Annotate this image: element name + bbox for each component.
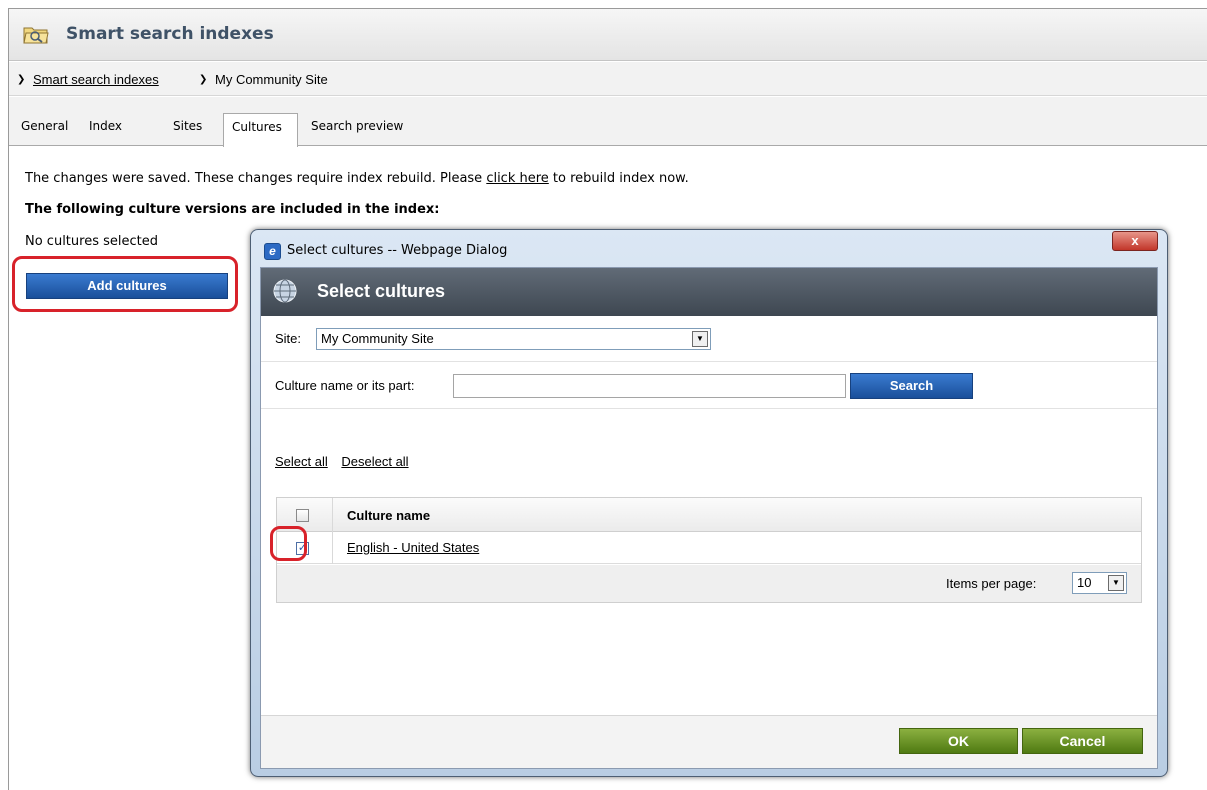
- message-text-end: to rebuild index now.: [548, 171, 689, 186]
- tab-general[interactable]: General: [21, 119, 68, 133]
- breadcrumb-arrow-icon: ❯: [199, 74, 208, 85]
- items-per-page-label: Items per page:: [946, 576, 1037, 591]
- selection-links: Select all Deselect all: [275, 454, 419, 469]
- dialog-window-title: Select cultures -- Webpage Dialog: [287, 243, 508, 258]
- site-label: Site:: [275, 331, 302, 346]
- culture-link[interactable]: English - United States: [347, 540, 479, 555]
- culture-name-input[interactable]: [453, 374, 846, 398]
- checkbox-highlight-ring: [270, 526, 307, 561]
- site-row: Site: My Community Site ▼: [261, 316, 1157, 362]
- rebuild-link[interactable]: click here: [486, 171, 548, 186]
- cultures-grid: Culture name ✓ English - United States I…: [276, 497, 1142, 603]
- tab-bar: General Index Sites Cultures Search prev…: [9, 97, 1207, 147]
- cultures-heading: The following culture versions are inclu…: [25, 202, 440, 217]
- breadcrumb-current: My Community Site: [215, 72, 328, 87]
- dialog-footer: OK Cancel: [261, 715, 1157, 768]
- culture-name-header: Culture name: [347, 508, 431, 523]
- grid-column-divider: [332, 498, 333, 564]
- page: Smart search indexes ❯ Smart search inde…: [8, 8, 1207, 790]
- tab-index[interactable]: Index: [89, 119, 122, 133]
- folder-search-icon: [23, 27, 49, 44]
- dropdown-arrow-icon: ▼: [1108, 575, 1124, 591]
- title-bar: Smart search indexes: [9, 9, 1207, 61]
- save-message: The changes were saved. These changes re…: [25, 171, 689, 186]
- grid-pager: Items per page: 10 ▼: [277, 565, 1141, 602]
- close-icon[interactable]: x: [1112, 231, 1158, 251]
- breadcrumb-link-indexes[interactable]: Smart search indexes: [33, 72, 159, 87]
- culture-search-row: Culture name or its part: Search: [261, 363, 1157, 409]
- cancel-button[interactable]: Cancel: [1022, 728, 1143, 754]
- dropdown-arrow-icon: ▼: [692, 331, 708, 347]
- deselect-all-link[interactable]: Deselect all: [341, 454, 408, 469]
- items-per-page-value: 10: [1077, 575, 1092, 590]
- tab-cultures-label: Cultures: [232, 120, 282, 134]
- highlight-ring: [12, 256, 238, 312]
- culture-name-label: Culture name or its part:: [275, 378, 415, 393]
- page-title: Smart search indexes: [66, 24, 274, 44]
- tab-search-preview[interactable]: Search preview: [311, 119, 403, 133]
- dialog-header: Select cultures: [261, 268, 1157, 316]
- message-text: The changes were saved. These changes re…: [25, 171, 487, 186]
- site-select-value: My Community Site: [321, 331, 434, 346]
- ok-button[interactable]: OK: [899, 728, 1018, 754]
- globe-icon: [273, 279, 297, 303]
- search-button[interactable]: Search: [850, 373, 973, 399]
- tab-sites[interactable]: Sites: [173, 119, 202, 133]
- select-all-checkbox[interactable]: [296, 509, 309, 522]
- breadcrumb: ❯ Smart search indexes ❯ My Community Si…: [9, 62, 1207, 96]
- site-select[interactable]: My Community Site ▼: [316, 328, 711, 350]
- table-row: ✓ English - United States: [277, 532, 1141, 564]
- dialog-body: Select cultures Site: My Community Site …: [260, 267, 1158, 769]
- select-all-link[interactable]: Select all: [275, 454, 328, 469]
- grid-header: Culture name: [277, 498, 1141, 532]
- items-per-page-select[interactable]: 10 ▼: [1072, 572, 1127, 594]
- ie-icon: e: [264, 243, 281, 260]
- no-cultures-text: No cultures selected: [25, 234, 158, 249]
- select-cultures-dialog: e Select cultures -- Webpage Dialog x Se…: [250, 229, 1168, 777]
- breadcrumb-arrow-icon: ❯: [17, 74, 26, 85]
- dialog-heading: Select cultures: [317, 281, 446, 301]
- tab-cultures[interactable]: Cultures: [223, 113, 298, 147]
